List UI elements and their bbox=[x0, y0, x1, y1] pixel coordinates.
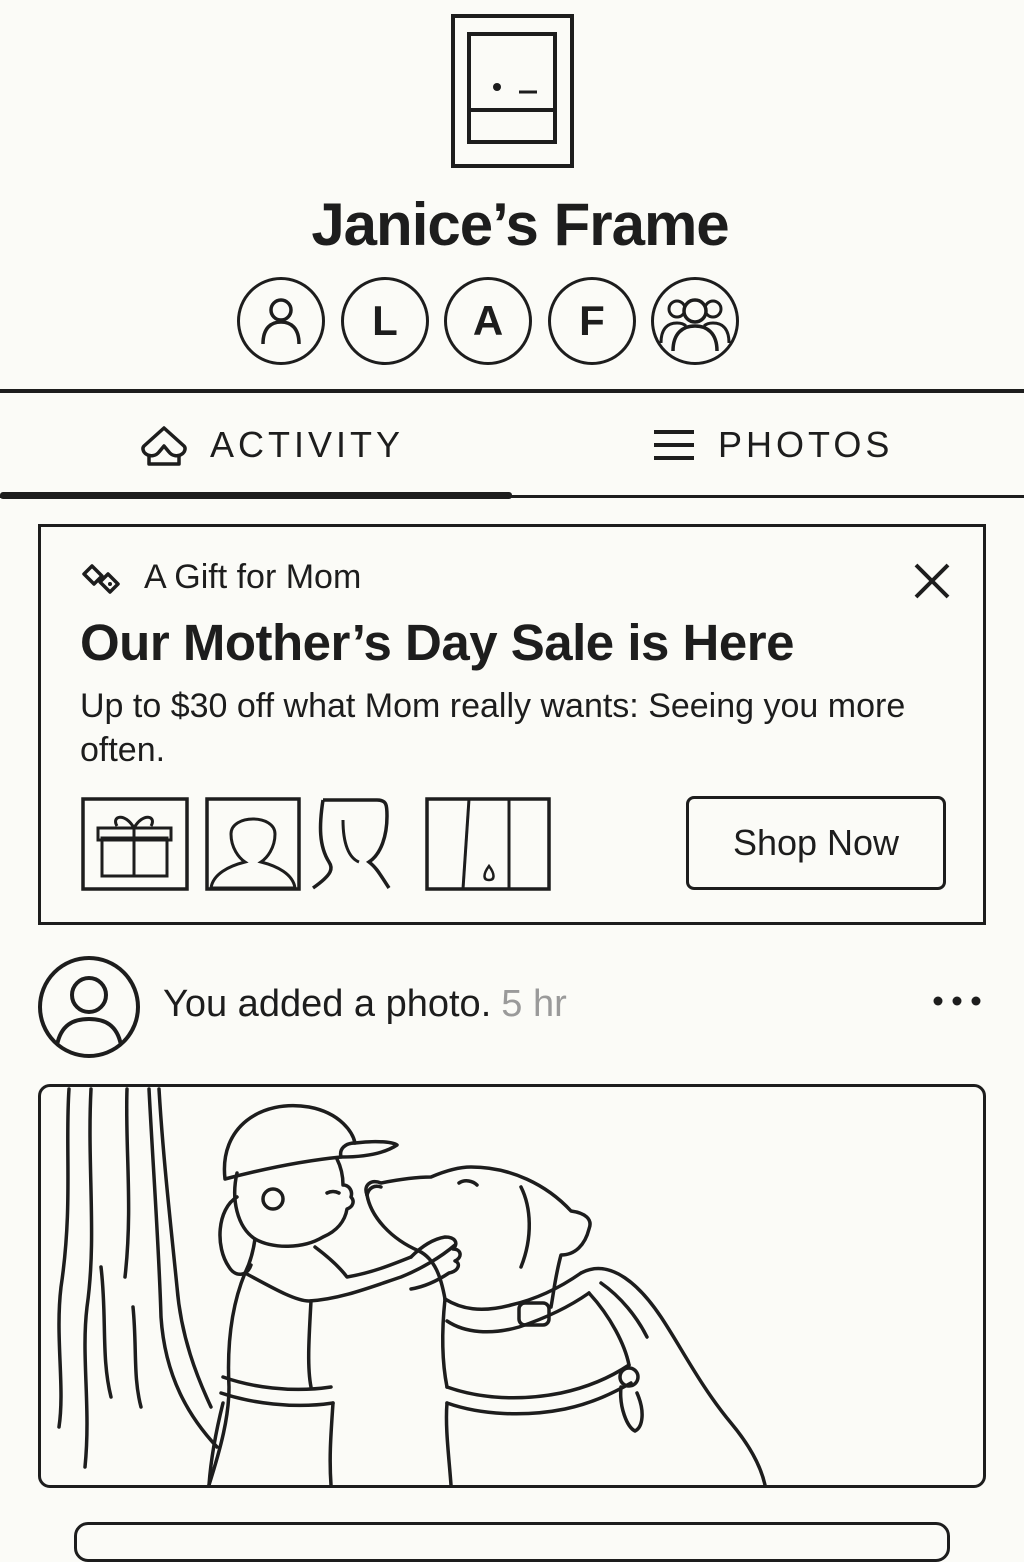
frame-device-icon bbox=[451, 14, 574, 168]
member-avatar-a[interactable]: A bbox=[444, 277, 532, 365]
person-icon bbox=[259, 296, 303, 346]
member-initial: F bbox=[579, 297, 605, 344]
promo-kicker: A Gift for Mom bbox=[80, 558, 361, 597]
home-heart-icon bbox=[140, 424, 188, 466]
close-icon[interactable] bbox=[910, 559, 954, 603]
tab-photos-label: PHOTOS bbox=[718, 424, 894, 465]
tab-activity-indicator bbox=[0, 492, 512, 499]
tab-photos[interactable]: PHOTOS bbox=[652, 420, 893, 470]
promo-headline: Our Mother’s Day Sale is Here bbox=[80, 614, 794, 671]
member-avatar-f[interactable]: F bbox=[548, 277, 636, 365]
member-avatar-self[interactable] bbox=[237, 277, 325, 365]
next-activity-card bbox=[74, 1522, 950, 1562]
member-avatar-l[interactable]: L bbox=[341, 277, 429, 365]
tab-activity-label: ACTIVITY bbox=[210, 424, 405, 465]
avatar[interactable] bbox=[37, 955, 141, 1059]
more-options-icon[interactable] bbox=[930, 990, 984, 1012]
tall-frame-icon bbox=[425, 797, 551, 891]
portrait-frame-icon bbox=[205, 797, 301, 891]
tag-icon bbox=[80, 560, 124, 596]
couple-frame-icon bbox=[311, 798, 391, 890]
promo-product-images bbox=[81, 796, 553, 892]
gift-icon bbox=[81, 797, 189, 891]
group-icon bbox=[659, 289, 731, 353]
activity-timestamp: 5 hr bbox=[501, 983, 567, 1025]
activity-action: You added a photo. bbox=[163, 983, 492, 1025]
page-title: Janice’s Frame bbox=[311, 191, 729, 258]
menu-icon bbox=[652, 427, 696, 463]
tab-activity[interactable]: ACTIVITY bbox=[140, 420, 404, 470]
child-kissing-dog-illustration bbox=[57, 1087, 767, 1485]
activity-text: You added a photo. 5 hr bbox=[163, 981, 567, 1027]
shop-now-button[interactable]: Shop Now bbox=[686, 796, 946, 890]
tabs-divider-top bbox=[0, 389, 1024, 393]
post-photo[interactable] bbox=[38, 1084, 986, 1488]
member-avatar-group[interactable] bbox=[651, 277, 739, 365]
member-initial: L bbox=[372, 297, 398, 344]
promo-kicker-label: A Gift for Mom bbox=[144, 558, 362, 596]
promo-body: Up to $30 off what Mom really wants: See… bbox=[80, 687, 906, 769]
member-initial: A bbox=[472, 297, 504, 344]
